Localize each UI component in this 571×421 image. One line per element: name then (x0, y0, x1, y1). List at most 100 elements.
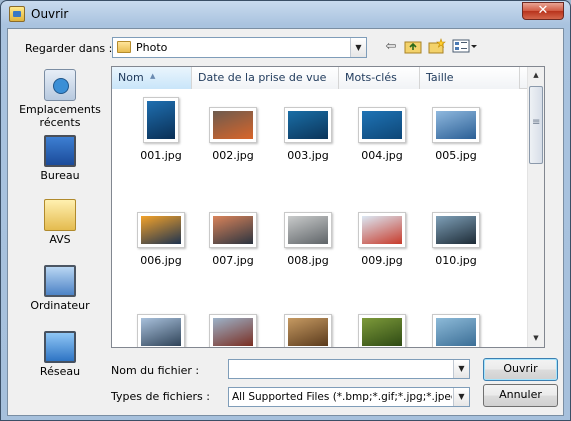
scroll-up-icon[interactable]: ▲ (528, 67, 544, 84)
photo-preview (436, 318, 476, 346)
scroll-thumb[interactable] (529, 86, 543, 164)
file-item[interactable]: 001.jpg (124, 97, 198, 162)
file-item[interactable]: 008.jpg (271, 202, 345, 267)
photo-preview (362, 111, 402, 139)
filename-input[interactable]: ▼ (228, 359, 470, 379)
file-thumbnail (432, 212, 480, 248)
file-item[interactable]: IMG_0293.jpg (419, 304, 493, 347)
file-thumbnail (209, 107, 257, 143)
folder-icon (44, 199, 76, 231)
file-thumbnail (284, 314, 332, 347)
scroll-down-icon[interactable]: ▼ (528, 330, 544, 347)
file-thumbnail (358, 212, 406, 248)
column-header-name[interactable]: ▲ Nom (112, 67, 192, 89)
file-item[interactable]: 003.jpg (271, 97, 345, 162)
file-thumbnail (284, 212, 332, 248)
file-thumbnail (432, 107, 480, 143)
photo-preview (288, 318, 328, 346)
photo-preview (147, 101, 175, 139)
column-header-date[interactable]: Date de la prise de vue (192, 67, 339, 89)
place-avs-label: AVS (49, 233, 71, 246)
new-folder-icon[interactable] (428, 38, 446, 56)
photo-preview (362, 318, 402, 346)
place-network-label: Réseau (39, 365, 81, 378)
place-recent-label: Emplacements récents (19, 103, 101, 129)
computer-icon (44, 265, 76, 297)
file-item[interactable]: 005.jpg (419, 97, 493, 162)
filetype-select[interactable]: All Supported Files (*.bmp;*.gif;*.jpg;*… (228, 387, 470, 407)
chevron-down-icon[interactable]: ▼ (350, 38, 366, 57)
file-thumbnail (358, 314, 406, 347)
look-in-combobox[interactable]: Photo ▼ (112, 37, 367, 58)
look-in-label: Regarder dans : (25, 42, 113, 55)
file-item[interactable]: 012.jpg (196, 304, 270, 347)
photo-preview (213, 318, 253, 346)
photo-preview (436, 111, 476, 139)
file-thumbnail (209, 314, 257, 347)
photo-preview (288, 216, 328, 244)
photo-preview (141, 318, 181, 346)
photo-preview (213, 216, 253, 244)
file-name: 004.jpg (361, 149, 403, 162)
places-bar: Emplacements récents Bureau AVS Ordinate… (12, 65, 108, 415)
title-bar[interactable]: Ouvrir ✕ (1, 1, 570, 27)
photo-preview (141, 216, 181, 244)
filename-label: Nom du fichier : (111, 364, 200, 377)
file-name: 001.jpg (140, 149, 182, 162)
file-thumbnail (209, 212, 257, 248)
file-item[interactable]: 006.jpg (124, 202, 198, 267)
file-item[interactable]: 002.jpg (196, 97, 270, 162)
place-computer[interactable]: Ordinateur (12, 265, 108, 312)
file-name: 003.jpg (287, 149, 329, 162)
dialog-body: Regarder dans : Photo ▼ ⇦ Emplacements r… (7, 28, 564, 416)
recent-places-icon (44, 69, 76, 101)
filetype-value: All Supported Files (*.bmp;*.gif;*.jpg;*… (232, 391, 452, 403)
file-name: 002.jpg (212, 149, 254, 162)
views-menu-icon[interactable] (452, 38, 478, 56)
file-thumbnail (284, 107, 332, 143)
file-item[interactable]: coffee.jpg (271, 304, 345, 347)
file-item[interactable]: 011.jpg (124, 304, 198, 347)
file-item[interactable]: IMG_0206.jpg (345, 304, 419, 347)
file-name: 008.jpg (287, 254, 329, 267)
file-name: 009.jpg (361, 254, 403, 267)
file-thumbnail (137, 314, 185, 347)
up-folder-icon[interactable] (404, 38, 422, 56)
file-item[interactable]: 007.jpg (196, 202, 270, 267)
back-arrow-icon[interactable]: ⇦ (383, 38, 399, 56)
file-name: 010.jpg (435, 254, 477, 267)
desktop-icon (44, 135, 76, 167)
cancel-button[interactable]: Annuler (483, 384, 558, 407)
file-name: 007.jpg (212, 254, 254, 267)
photo-preview (288, 111, 328, 139)
place-computer-label: Ordinateur (30, 299, 90, 312)
file-item[interactable]: 009.jpg (345, 202, 419, 267)
file-name: 005.jpg (435, 149, 477, 162)
place-avs[interactable]: AVS (12, 199, 108, 246)
file-item[interactable]: 004.jpg (345, 97, 419, 162)
file-name: 006.jpg (140, 254, 182, 267)
column-header-keywords[interactable]: Mots-clés (339, 67, 420, 89)
open-file-dialog: Ouvrir ✕ Regarder dans : Photo ▼ ⇦ Empla… (0, 0, 571, 421)
close-button[interactable]: ✕ (522, 2, 564, 20)
chevron-down-icon[interactable]: ▼ (453, 388, 469, 406)
network-icon (44, 331, 76, 363)
folder-icon (117, 41, 131, 53)
look-in-value: Photo (136, 41, 168, 54)
photo-preview (213, 111, 253, 139)
column-header-size[interactable]: Taille (420, 67, 520, 89)
open-button[interactable]: Ouvrir (483, 358, 558, 381)
file-thumbnail (137, 212, 185, 248)
place-network[interactable]: Réseau (12, 331, 108, 378)
file-list[interactable]: ▲ Nom Date de la prise de vue Mots-clés … (111, 66, 545, 348)
place-desktop[interactable]: Bureau (12, 135, 108, 182)
photo-preview (362, 216, 402, 244)
sort-ascending-icon: ▲ (150, 72, 156, 80)
vertical-scrollbar[interactable]: ▲ ▼ (527, 67, 544, 347)
place-recent[interactable]: Emplacements récents (12, 69, 108, 129)
file-thumbnail (358, 107, 406, 143)
filetype-label: Types de fichiers : (111, 390, 210, 403)
chevron-down-icon[interactable]: ▼ (453, 360, 469, 378)
file-item[interactable]: 010.jpg (419, 202, 493, 267)
window-title: Ouvrir (31, 7, 69, 21)
